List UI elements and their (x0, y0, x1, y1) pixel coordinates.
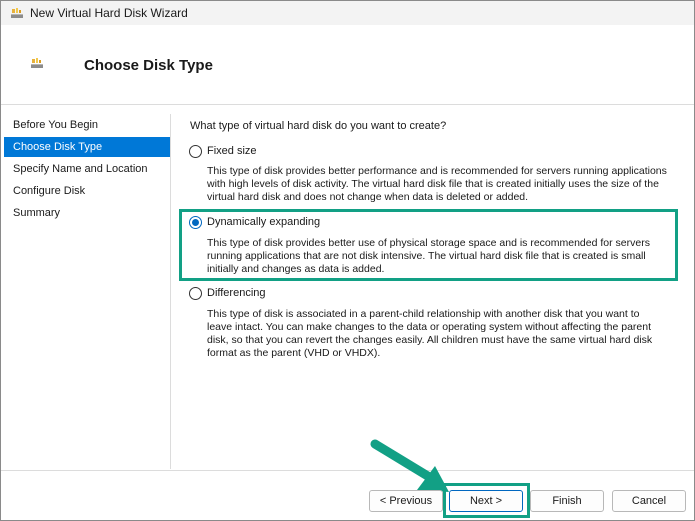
finish-button[interactable]: Finish (530, 490, 604, 512)
next-button[interactable]: Next > (449, 490, 523, 512)
description-line: format as the parent (VHD or VHDX). (207, 347, 381, 359)
description-line: initially and changes as data is added. (207, 263, 385, 275)
sidebar-item-specify-name-and-location[interactable]: Specify Name and Location (4, 159, 170, 179)
differencing-label[interactable]: Differencing (207, 287, 266, 299)
page-title: Choose Disk Type (84, 57, 213, 74)
description-line: virtual hard disk and does not change wh… (207, 191, 529, 203)
fixed-size-description: This type of disk provides better perfor… (207, 165, 687, 204)
description-line: running applications that are not disk i… (207, 250, 646, 262)
disk-type-question: What type of virtual hard disk do you wa… (190, 120, 447, 132)
hard-disk-icon (11, 8, 23, 18)
sidebar-item-choose-disk-type[interactable]: Choose Disk Type (4, 137, 170, 157)
title-bar: New Virtual Hard Disk Wizard (1, 1, 694, 25)
window-title: New Virtual Hard Disk Wizard (30, 6, 188, 20)
wizard-window: New Virtual Hard Disk Wizard Choose Disk… (0, 0, 695, 521)
footer-divider (1, 470, 694, 471)
description-line: with high levels of disk activity. The v… (207, 178, 659, 190)
differencing-radio[interactable] (189, 287, 202, 300)
description-line: This type of disk provides better use of… (207, 237, 650, 249)
wizard-header: Choose Disk Type (1, 25, 694, 105)
dynamically-expanding-radio[interactable] (189, 216, 202, 229)
differencing-description: This type of disk is associated in a par… (207, 308, 687, 360)
wizard-content: What type of virtual hard disk do you wa… (172, 105, 694, 470)
cancel-button[interactable]: Cancel (612, 490, 686, 512)
fixed-size-radio[interactable] (189, 145, 202, 158)
description-line: leave intact. You can make changes to th… (207, 321, 652, 333)
previous-button[interactable]: < Previous (369, 490, 443, 512)
hard-disk-icon (31, 58, 43, 68)
fixed-size-label[interactable]: Fixed size (207, 145, 257, 157)
wizard-steps-sidebar: Before You Begin Choose Disk Type Specif… (1, 114, 171, 469)
sidebar-item-before-you-begin[interactable]: Before You Begin (4, 115, 170, 135)
description-line: This type of disk is associated in a par… (207, 308, 640, 320)
sidebar-item-summary[interactable]: Summary (4, 203, 170, 223)
dynamically-expanding-label[interactable]: Dynamically expanding (207, 216, 320, 228)
description-line: This type of disk provides better perfor… (207, 165, 667, 177)
description-line: disk, so that you can revert the changes… (207, 334, 653, 346)
dynamically-expanding-description: This type of disk provides better use of… (207, 237, 687, 276)
sidebar-item-configure-disk[interactable]: Configure Disk (4, 181, 170, 201)
